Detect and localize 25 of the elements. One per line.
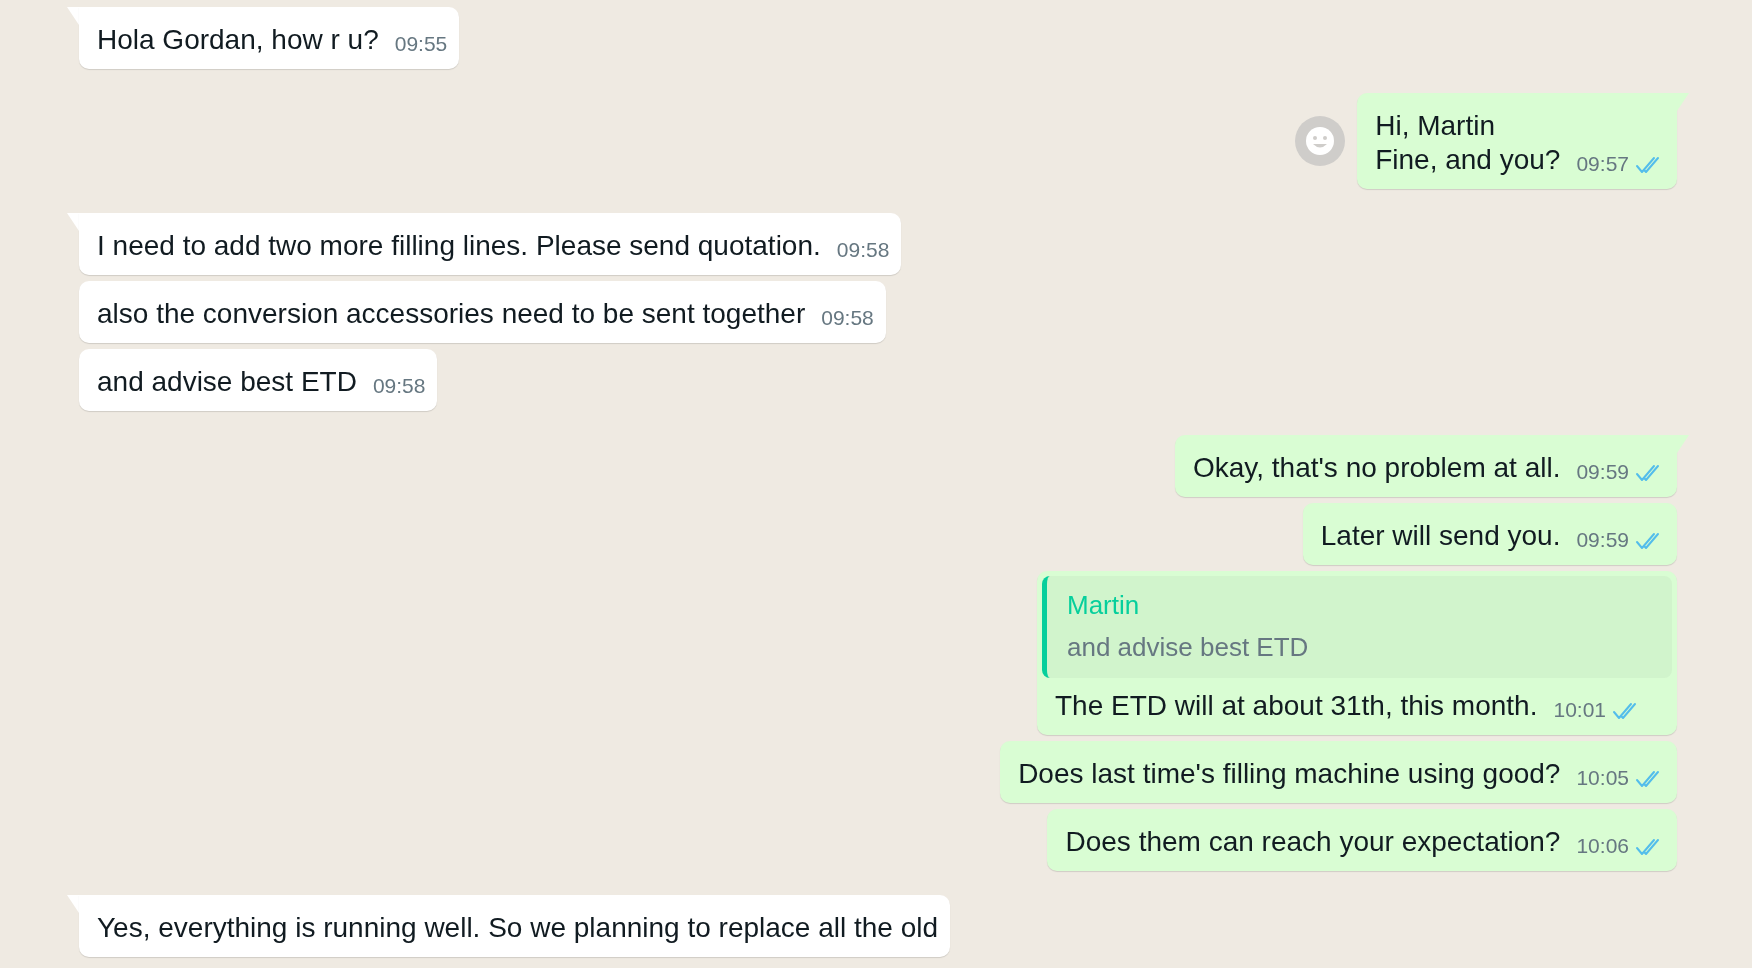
message-text: The ETD will at about 31th, this month. bbox=[1055, 689, 1538, 723]
quoted-message[interactable]: Martin and advise best ETD bbox=[1042, 576, 1672, 678]
message-text: I need to add two more filling lines. Please send quotation. bbox=[97, 229, 821, 263]
message-time: 09:55 bbox=[394, 31, 448, 57]
message-time: 09:58 bbox=[821, 305, 874, 331]
avatar-icon[interactable] bbox=[1295, 116, 1346, 166]
quoted-author: Martin bbox=[1067, 590, 1141, 620]
message-text: and advise best ETD bbox=[97, 365, 357, 399]
message-text: Does last time's filling machine using good? bbox=[1018, 757, 1561, 791]
message-time: 09:58 bbox=[372, 373, 426, 399]
message-text: Yes, everything is running well. So we planning to replace all the old bbox=[97, 911, 939, 945]
message-text: Hi, Martin Fine, and you? bbox=[1375, 109, 1561, 177]
message-time: 09:59 bbox=[1576, 527, 1629, 553]
quoted-text: and advise best ETD bbox=[1067, 632, 1310, 662]
message-time: 10:05 bbox=[1576, 765, 1629, 791]
message-time: 10:01 bbox=[1553, 697, 1606, 723]
message-time: 10:06 bbox=[1576, 833, 1629, 859]
message-time: 09:58 bbox=[836, 237, 890, 263]
message-text: also the conversion accessories need to be sent together bbox=[97, 297, 806, 331]
message-text: Does them can reach your expectation? bbox=[1065, 825, 1561, 859]
message-time: 09:57 bbox=[1576, 151, 1629, 177]
message-time: 09:59 bbox=[1576, 459, 1629, 485]
message-text: Later will send you. bbox=[1320, 519, 1561, 553]
message-text: Okay, that's no problem at all. bbox=[1193, 451, 1561, 485]
message-text: Hola Gordan, how r u? bbox=[97, 23, 379, 57]
